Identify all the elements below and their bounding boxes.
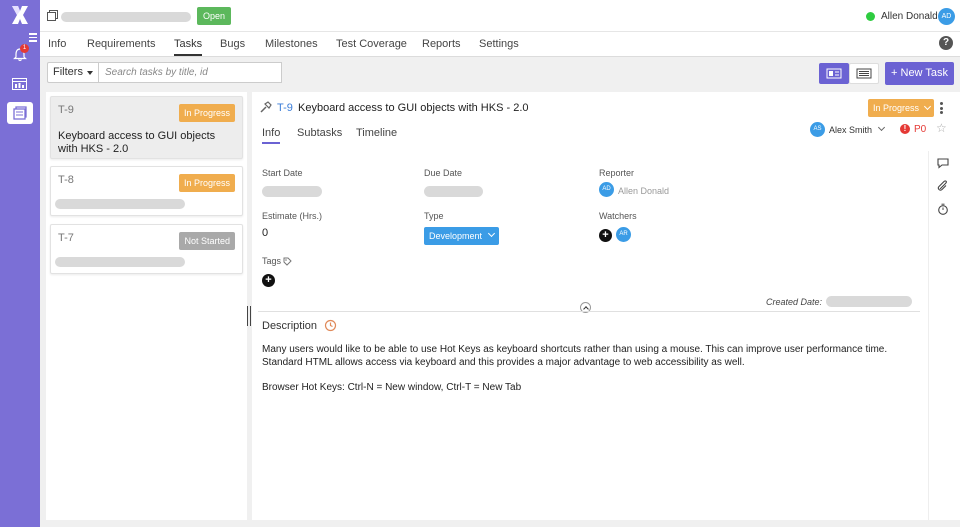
estimate-value[interactable]: 0 [262,227,268,239]
tags-label: Tags [262,256,282,266]
project-nav-tabs: Info Requirements Tasks Bugs Milestones … [40,32,960,57]
history-icon[interactable] [324,319,337,332]
caret-down-icon [87,71,93,75]
info-content [252,151,922,520]
task-detail-title[interactable]: Keyboard access to GUI objects with HKS … [298,102,529,114]
task-id: T-8 [58,174,74,186]
description-text-line: Many users would like to be able to use … [262,344,888,355]
task-status-dropdown[interactable]: In Progress [868,99,934,117]
task-title: Keyboard access to GUI objects with HKS … [58,130,216,155]
type-label: Type [424,211,444,221]
app-logo[interactable] [9,4,31,26]
project-status-badge: Open [197,7,232,25]
start-date-label: Start Date [262,168,303,178]
tab-reports[interactable]: Reports [422,38,461,54]
top-header: Open Allen Donald AD [40,0,960,32]
list-view-button[interactable] [849,63,879,84]
new-task-button[interactable]: + New Task [885,62,954,85]
detail-tab-info[interactable]: Info [262,127,281,144]
chevron-down-icon [923,102,932,111]
task-title-placeholder [55,257,185,267]
task-toolbar: Filters + New Task [40,57,960,92]
due-date-value[interactable] [424,186,483,197]
reporter-avatar: AD [599,182,614,197]
more-options-icon[interactable] [940,102,943,116]
detail-tab-timeline[interactable]: Timeline [356,127,397,142]
tab-settings[interactable]: Settings [479,38,519,54]
task-status-badge: In Progress [178,104,235,122]
reporter-name: Allen Donald [618,186,670,196]
projects-nav-item[interactable] [7,102,33,124]
task-status-value: In Progress [873,103,920,113]
tab-tasks[interactable]: Tasks [174,38,203,56]
attachment-icon[interactable] [937,180,949,192]
type-dropdown[interactable]: Development [424,227,499,245]
watcher-avatar[interactable]: AR [616,227,631,242]
type-value: Development [429,231,483,241]
estimate-label: Estimate (Hrs.) [262,211,323,221]
task-id: T-7 [58,232,74,244]
add-watcher-button[interactable]: + [599,229,612,242]
watchers-label: Watchers [599,211,637,221]
task-card[interactable]: T-7 Not Started [50,224,243,274]
online-status-icon [866,12,875,21]
help-icon[interactable]: ? [939,36,953,50]
start-date-value[interactable] [262,186,322,197]
left-rail: 1 [0,0,40,527]
description-text-line: Browser Hot Keys: Ctrl-N = New window, C… [262,382,522,393]
task-type-icon [260,101,272,113]
task-status-badge: In Progress [178,174,235,192]
timer-icon[interactable] [937,203,949,215]
tag-icon [283,257,292,266]
task-list: T-9 In Progress Keyboard access to GUI o… [46,92,247,520]
filters-label: Filters [53,66,83,78]
description-label: Description [262,320,318,332]
split-view-button[interactable] [819,63,849,84]
priority-value[interactable]: P0 [914,124,926,135]
projects-icon [13,106,27,120]
user-name[interactable]: Allen Donald [881,11,938,22]
task-id: T-9 [58,104,74,116]
assignee-avatar[interactable]: AS [810,122,825,137]
task-detail-panel: T-9 Keyboard access to GUI objects with … [252,92,960,520]
divider [258,311,920,312]
project-icon [47,10,58,21]
task-title-placeholder [55,199,185,209]
tab-info[interactable]: Info [48,38,66,54]
notification-badge: 1 [20,44,29,53]
tab-test-coverage[interactable]: Test Coverage [336,38,407,54]
panel-resize-handle[interactable] [247,306,251,326]
task-status-badge: Not Started [179,232,235,250]
assignee-chevron-icon[interactable] [877,123,886,132]
chevron-down-icon [487,229,496,238]
star-icon[interactable]: ☆ [936,121,947,135]
assignee-name[interactable]: Alex Smith [829,125,872,135]
task-card[interactable]: T-8 In Progress [50,166,243,216]
split-view-icon [826,68,842,79]
priority-alert-icon: ! [900,124,910,134]
created-date-value [826,296,912,307]
project-name-placeholder [61,12,191,22]
task-card[interactable]: T-9 In Progress Keyboard access to GUI o… [50,96,243,159]
due-date-label: Due Date [424,168,463,178]
task-detail-id[interactable]: T-9 [277,102,293,114]
comment-icon[interactable] [937,157,949,169]
reporter-label: Reporter [599,168,635,178]
description-text-line: Standard HTML allows access via keyboard… [262,357,745,368]
add-tag-button[interactable]: + [262,274,275,287]
created-date-label: Created Date: [766,297,823,307]
user-avatar[interactable]: AD [938,8,955,25]
dashboard-icon[interactable] [12,78,27,90]
tab-milestones[interactable]: Milestones [265,38,318,54]
search-input[interactable] [99,62,282,83]
filters-dropdown[interactable]: Filters [47,62,99,83]
tab-requirements[interactable]: Requirements [87,38,155,54]
menu-icon[interactable] [29,33,37,44]
tab-bugs[interactable]: Bugs [220,38,245,54]
side-tools [928,151,958,520]
list-view-icon [856,68,872,79]
detail-tab-subtasks[interactable]: Subtasks [297,127,342,142]
